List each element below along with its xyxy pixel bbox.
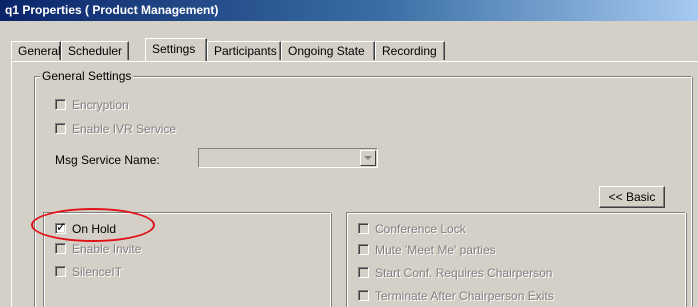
properties-dialog: q1 Properties ( Product Management) Gene… xyxy=(0,0,698,307)
encryption-label: Encryption xyxy=(72,98,129,112)
conference-lock-label: Conference Lock xyxy=(375,222,466,236)
mute-meet-me-option: Mute 'Meet Me' parties xyxy=(358,242,496,258)
enable-invite-option: Enable Invite xyxy=(55,241,141,257)
dropdown-button[interactable] xyxy=(360,150,376,166)
enable-ivr-label: Enable IVR Service xyxy=(72,122,177,136)
general-settings-legend: General Settings xyxy=(40,69,134,83)
enable-invite-label: Enable Invite xyxy=(72,242,142,256)
tab-participants[interactable]: Participants xyxy=(207,41,281,60)
silence-it-option: SilenceIT xyxy=(55,264,122,280)
start-conf-requires-chair-checkbox[interactable] xyxy=(358,267,369,278)
tab-recording[interactable]: Recording xyxy=(375,41,445,60)
msg-service-name-select[interactable] xyxy=(198,148,378,168)
tab-general[interactable]: General xyxy=(11,41,61,60)
start-conf-requires-chair-label: Start Conf. Requires Chairperson xyxy=(375,266,553,280)
terminate-after-chair-label: Terminate After Chairperson Exits xyxy=(375,289,554,303)
encryption-option: Encryption xyxy=(55,97,129,113)
enable-ivr-option: Enable IVR Service xyxy=(55,121,176,137)
checkmark-icon: ✓ xyxy=(56,220,67,234)
silence-it-label: SilenceIT xyxy=(72,265,123,279)
settings-tab-panel: General Settings Encryption Enable IVR S… xyxy=(11,61,698,307)
msg-service-name-label: Msg Service Name: xyxy=(55,153,160,167)
on-hold-option: ✓ On Hold xyxy=(55,220,117,237)
on-hold-checkbox[interactable]: ✓ xyxy=(55,220,67,234)
silence-it-checkbox[interactable] xyxy=(55,266,66,277)
chevron-down-icon xyxy=(364,156,372,160)
on-hold-label: On Hold xyxy=(72,222,117,236)
mute-meet-me-label: Mute 'Meet Me' parties xyxy=(375,243,496,257)
mute-meet-me-checkbox[interactable] xyxy=(358,244,369,255)
window-title: q1 Properties ( Product Management) xyxy=(0,0,698,21)
tab-settings[interactable]: Settings xyxy=(145,38,207,61)
terminate-after-chair-checkbox[interactable] xyxy=(358,290,369,301)
terminate-after-chair-option: Terminate After Chairperson Exits xyxy=(358,288,554,304)
basic-button[interactable]: << Basic xyxy=(599,186,665,208)
encryption-checkbox[interactable] xyxy=(55,99,66,110)
tab-scheduler[interactable]: Scheduler xyxy=(61,41,129,60)
enable-invite-checkbox[interactable] xyxy=(55,243,66,254)
enable-ivr-checkbox[interactable] xyxy=(55,123,66,134)
conference-lock-checkbox[interactable] xyxy=(358,223,369,234)
conference-lock-option: Conference Lock xyxy=(358,221,466,237)
tab-ongoing-state[interactable]: Ongoing State xyxy=(281,41,375,60)
start-conf-requires-chair-option: Start Conf. Requires Chairperson xyxy=(358,265,552,281)
